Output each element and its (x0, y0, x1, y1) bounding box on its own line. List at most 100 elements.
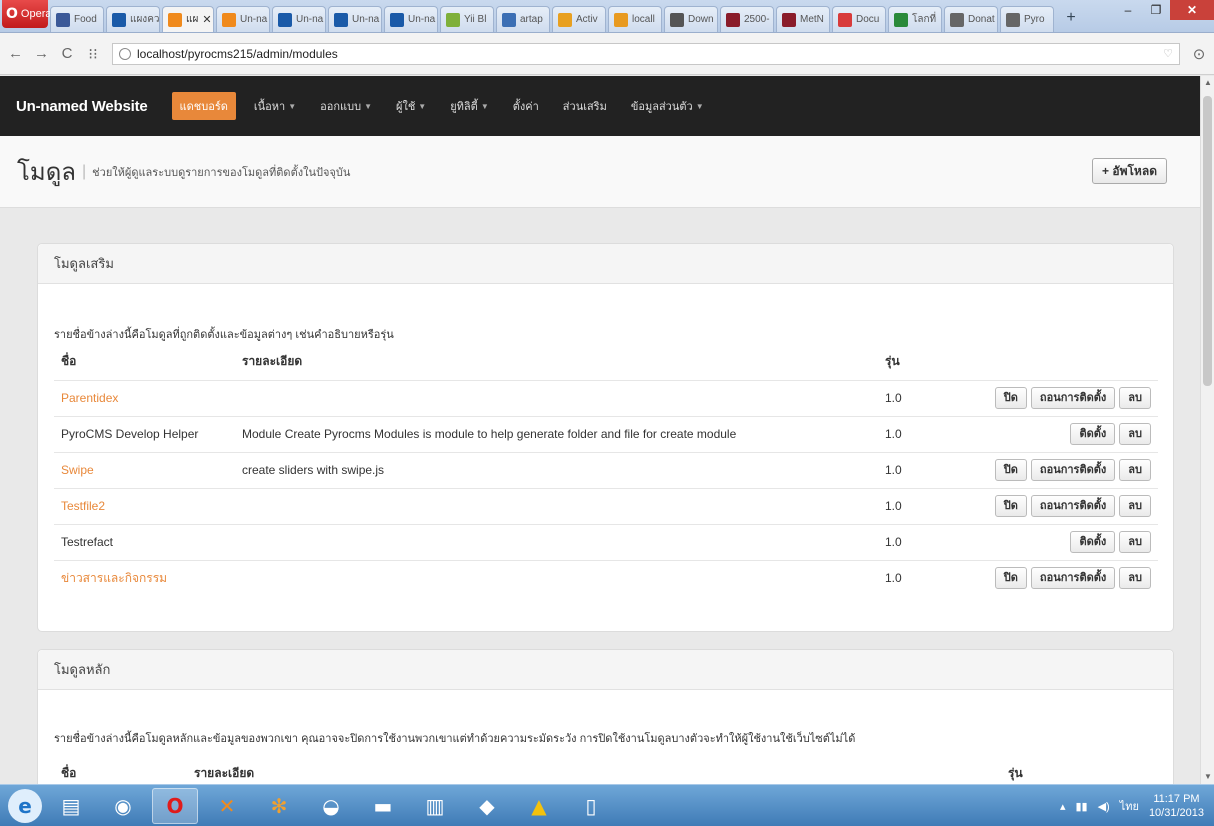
module-actions: ติดตั้ง ลบ (975, 415, 1158, 452)
browser-tab[interactable]: Un-na (384, 6, 438, 32)
opera-menu-button[interactable]: O Opera (2, 0, 51, 28)
tab-label: แผงควบ (130, 14, 160, 25)
file-explorer-icon[interactable]: ▤ (48, 788, 94, 824)
xampp-icon[interactable]: ✕ (204, 788, 250, 824)
delete-button[interactable]: ลบ (1119, 459, 1151, 481)
browser-tab[interactable]: 2500- (720, 6, 774, 32)
browser-tab[interactable]: Down (664, 6, 718, 32)
browser-tab[interactable]: โลกที่ (888, 6, 942, 32)
core-modules-description: รายชื่อข้างล่างนี้คือโมดูลหลักและข้อมูลข… (54, 733, 856, 745)
delete-button[interactable]: ลบ (1119, 567, 1151, 590)
language-indicator[interactable]: ไทย (1120, 797, 1139, 815)
windows-taskbar: e ▤ ◉ O ✕ ✻ ◒ ▬ ▥ ◆ ▲ ▯ ▴ ▮▮ ◀) ไทย 11:1… (0, 784, 1214, 826)
module-name[interactable]: Testfile2 (54, 487, 242, 524)
disable-button[interactable]: ปิด (994, 387, 1027, 409)
browser-tab[interactable]: Pyro (1000, 6, 1054, 32)
nav-item[interactable]: ออกแบบ ▼ (308, 92, 384, 120)
scroll-up-icon[interactable]: ▲ (1201, 76, 1214, 90)
browser-tab[interactable]: Donat (944, 6, 998, 32)
module-name[interactable]: Parentidex (54, 379, 242, 416)
browser-tab[interactable]: แผ ✕ (162, 6, 214, 32)
browser-tab[interactable]: Docu (832, 6, 886, 32)
uninstall-button[interactable]: ถอนการติดตั้ง (1030, 495, 1116, 517)
delete-button[interactable]: ลบ (1119, 423, 1151, 445)
site-info-icon[interactable] (119, 47, 131, 60)
chrome-icon[interactable]: ◉ (100, 788, 146, 824)
nav-item[interactable]: ผู้ใช้ ▼ (384, 92, 438, 120)
speed-dial-icon[interactable]: ⁝⁝ (86, 45, 100, 63)
winrar-icon[interactable]: ▥ (412, 788, 458, 824)
tab-favicon-icon (502, 12, 516, 27)
nav-item[interactable]: ตั้งค่า (501, 92, 551, 120)
nav-item[interactable]: ข้อมูลส่วนตัว ▼ (619, 92, 716, 120)
delete-button[interactable]: ลบ (1119, 531, 1151, 553)
document-icon[interactable]: ▯ (568, 788, 614, 824)
install-button[interactable]: ติดตั้ง (1070, 531, 1116, 553)
delete-button[interactable]: ลบ (1119, 495, 1151, 517)
reload-icon[interactable]: C (60, 45, 74, 62)
module-name[interactable]: ข่าวสารและกิจกรรม (54, 559, 242, 596)
browser-tab[interactable]: Un-na (272, 6, 326, 32)
download-icon[interactable]: ⊙ (1192, 45, 1206, 63)
upload-button[interactable]: + อัพโหลด (1092, 158, 1167, 184)
settings-gear-icon[interactable]: ✻ (256, 788, 302, 824)
tab-favicon-icon (222, 12, 236, 27)
minimize-icon[interactable]: – (1114, 0, 1142, 20)
module-name[interactable]: Swipe (54, 451, 242, 488)
ie-icon[interactable]: e (8, 788, 42, 823)
tab-favicon-icon (56, 12, 70, 27)
google-drive-icon[interactable]: ▲ (516, 788, 562, 824)
maximize-icon[interactable]: ❐ (1142, 0, 1170, 20)
table-row: Testfile2 1.0 ปิด ถอนการติดตั้ง ลบ (54, 487, 1158, 524)
uninstall-button[interactable]: ถอนการติดตั้ง (1030, 459, 1116, 481)
module-version: 1.0 (885, 379, 975, 416)
uninstall-button[interactable]: ถอนการติดตั้ง (1030, 567, 1116, 590)
module-version: 1.0 (885, 559, 975, 596)
browser-tab[interactable]: locall (608, 6, 662, 32)
network-icon[interactable]: ▮▮ (1075, 800, 1087, 813)
browser-tab[interactable]: Food (50, 6, 104, 32)
back-icon[interactable]: ← (8, 45, 23, 62)
nav-item[interactable]: ส่วนเสริม (551, 92, 619, 120)
disable-button[interactable]: ปิด (994, 495, 1027, 517)
browser-tab[interactable]: artap (496, 6, 550, 32)
tab-favicon-icon (950, 12, 964, 27)
browser-tab[interactable]: MetN (776, 6, 830, 32)
close-tab-icon[interactable]: ✕ (202, 13, 211, 26)
tray-expand-icon[interactable]: ▴ (1060, 800, 1066, 813)
close-window-icon[interactable]: ✕ (1170, 0, 1214, 20)
uninstall-button[interactable]: ถอนการติดตั้ง (1030, 387, 1116, 409)
new-tab-button[interactable]: + (1060, 7, 1082, 29)
tab-label: Un-na (352, 14, 380, 25)
site-navbar: Un-named Website แดชบอร์ด เนื้อหา ▼ ออกแบบ ▼… (0, 76, 1200, 136)
tab-label: Un-na (296, 14, 324, 25)
disable-button[interactable]: ปิด (994, 567, 1027, 590)
scrollbar-thumb[interactable] (1203, 96, 1212, 386)
turtle-app-icon[interactable]: ◒ (308, 788, 354, 824)
visual-studio-icon[interactable]: ◆ (464, 788, 510, 824)
volume-icon[interactable]: ◀) (1098, 800, 1110, 813)
command-prompt-icon[interactable]: ▬ (360, 788, 406, 824)
browser-tab[interactable]: Yii Bl (440, 6, 494, 32)
nav-item[interactable]: ยูทิลิตี้ ▼ (438, 92, 501, 120)
browser-tab[interactable]: แผงควบ (106, 6, 160, 32)
opera-taskbar-icon[interactable]: O (152, 787, 198, 824)
bookmark-heart-icon[interactable]: ♡ (1163, 47, 1173, 60)
url-field[interactable]: localhost/pyrocms215/admin/modules ♡ (112, 42, 1180, 65)
browser-tab[interactable]: Un-na (216, 6, 270, 32)
forward-icon[interactable]: → (34, 45, 49, 62)
install-button[interactable]: ติดตั้ง (1070, 423, 1116, 445)
nav-item[interactable]: แดชบอร์ด (171, 92, 236, 120)
chevron-down-icon: ▼ (364, 101, 372, 111)
scroll-down-icon[interactable]: ▼ (1201, 770, 1214, 784)
browser-tab[interactable]: Un-na (328, 6, 382, 32)
nav-item[interactable]: เนื้อหา ▼ (242, 92, 308, 120)
browser-tab[interactable]: Activ (552, 6, 606, 32)
clock[interactable]: 11:17 PM 10/31/2013 (1149, 792, 1204, 820)
disable-button[interactable]: ปิด (994, 459, 1027, 481)
delete-button[interactable]: ลบ (1119, 387, 1151, 409)
site-brand[interactable]: Un-named Website (16, 98, 148, 115)
page-scrollbar[interactable]: ▲ ▼ (1200, 76, 1214, 784)
tab-favicon-icon (614, 12, 628, 27)
table-row: ข่าวสารและกิจกรรม 1.0 ปิด ถอนการติดตั้ง ลบ (54, 559, 1158, 596)
